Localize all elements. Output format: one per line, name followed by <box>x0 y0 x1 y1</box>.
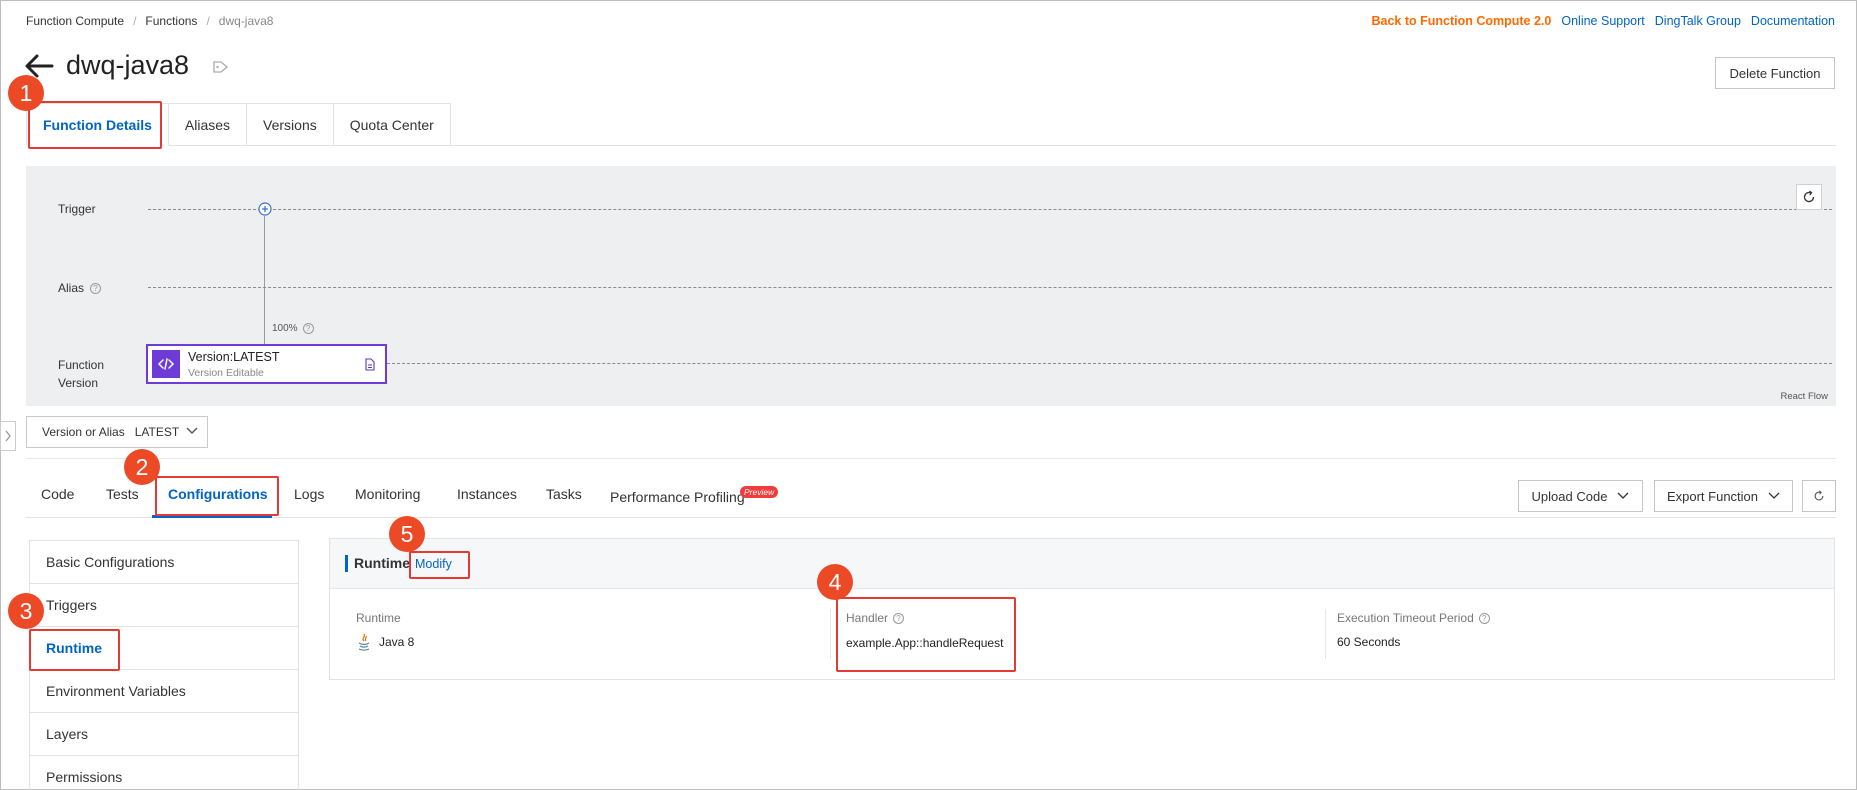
back-to-fc2-link[interactable]: Back to Function Compute 2.0 <box>1371 14 1551 28</box>
code-icon <box>152 350 180 378</box>
tab-performance-profiling[interactable]: Performance Profiling <box>610 489 745 521</box>
timeout-field-value: 60 Seconds <box>1337 635 1401 649</box>
refresh-icon <box>1814 490 1824 501</box>
page-title: dwq-java8 <box>66 50 190 80</box>
runtime-field-value: Java 8 <box>379 635 415 649</box>
menu-item-basic-configurations[interactable]: Basic Configurations <box>30 541 298 584</box>
annotation-badge-2: 2 <box>124 449 160 485</box>
runtime-field-label: Runtime <box>356 611 401 625</box>
field-separator <box>830 609 831 659</box>
tab-versions[interactable]: Versions <box>247 103 334 146</box>
online-support-link[interactable]: Online Support <box>1561 14 1644 28</box>
version-node-subtitle: Version Editable <box>188 367 264 379</box>
tab-code[interactable]: Code <box>41 486 74 518</box>
tab-aliases[interactable]: Aliases <box>168 103 248 146</box>
export-function-button[interactable]: Export Function <box>1654 480 1793 512</box>
annotation-box-4 <box>836 597 1016 672</box>
annotation-badge-4: 4 <box>817 564 853 600</box>
help-icon[interactable]: ? <box>302 323 314 334</box>
chevron-down-icon <box>1768 492 1780 499</box>
tab-tests[interactable]: Tests <box>106 486 139 518</box>
breadcrumb-separator: / <box>206 14 210 28</box>
preview-badge: Preview <box>740 486 779 498</box>
version-node-latest[interactable]: Version:LATEST Version Editable <box>146 344 387 384</box>
refresh-button[interactable] <box>1802 480 1836 512</box>
documentation-link[interactable]: Documentation <box>1751 14 1835 28</box>
tab-instances[interactable]: Instances <box>457 486 517 518</box>
chevron-down-icon <box>186 427 198 434</box>
annotation-badge-5: 5 <box>389 516 425 552</box>
delete-function-button[interactable]: Delete Function <box>1715 57 1835 89</box>
annotation-badge-3: 3 <box>8 593 44 629</box>
menu-item-layers[interactable]: Layers <box>30 713 298 756</box>
menu-item-permissions[interactable]: Permissions <box>30 756 298 790</box>
trigger-label: Trigger <box>58 202 96 216</box>
help-icon[interactable]: ? <box>90 282 102 294</box>
menu-item-environment-variables[interactable]: Environment Variables <box>30 670 298 713</box>
annotation-box-1 <box>28 101 162 149</box>
tab-monitoring[interactable]: Monitoring <box>355 486 420 518</box>
runtime-panel-title: Runtime <box>354 555 410 571</box>
weight-label: 100% <box>272 323 298 334</box>
breadcrumb-separator: / <box>133 14 137 28</box>
document-icon[interactable] <box>365 358 375 371</box>
timeout-field-label-group: Execution Timeout Period ? <box>1337 611 1490 625</box>
chevron-down-icon <box>1617 492 1629 499</box>
chevron-right-icon <box>5 430 11 442</box>
annotation-box-2 <box>155 476 279 516</box>
upload-code-button[interactable]: Upload Code <box>1518 480 1643 512</box>
section-marker <box>345 555 348 572</box>
version-lane <box>387 363 1832 364</box>
version-node-title: Version:LATEST <box>188 350 280 364</box>
runtime-panel-header <box>330 539 1834 589</box>
tag-icon[interactable] <box>213 60 229 74</box>
function-label: Function <box>58 358 105 372</box>
tab-logs[interactable]: Logs <box>294 486 324 518</box>
timeout-field-label: Execution Timeout Period <box>1337 611 1474 625</box>
flow-connector <box>264 216 265 354</box>
weight-label-group: 100% ? <box>272 323 314 334</box>
version-alias-select[interactable]: Version or Alias LATEST <box>26 416 208 448</box>
react-flow-attribution[interactable]: React Flow <box>1780 391 1828 402</box>
annotation-box-3 <box>29 629 120 671</box>
flow-refresh-button[interactable] <box>1796 184 1822 210</box>
menu-item-triggers[interactable]: Triggers <box>30 584 298 627</box>
export-function-label: Export Function <box>1666 488 1759 504</box>
annotation-box-5 <box>409 551 470 579</box>
alias-label: Alias <box>58 281 85 295</box>
dingtalk-group-link[interactable]: DingTalk Group <box>1655 14 1741 28</box>
runtime-panel: Runtime Modify Runtime Java 8 Handler ? … <box>329 538 1835 680</box>
add-trigger-icon[interactable] <box>258 202 272 216</box>
breadcrumb-current: dwq-java8 <box>218 14 274 28</box>
sidebar-expand-toggle[interactable] <box>0 421 16 451</box>
top-links: Back to Function Compute 2.0 Online Supp… <box>1371 14 1835 28</box>
tab-tasks[interactable]: Tasks <box>546 486 582 518</box>
version-label: Version <box>58 376 99 390</box>
version-select-label: Version or Alias <box>42 425 125 439</box>
upload-code-label: Upload Code <box>1531 488 1608 504</box>
refresh-icon <box>1803 190 1815 203</box>
breadcrumb-functions[interactable]: Functions <box>145 14 197 28</box>
tab-quota-center[interactable]: Quota Center <box>333 103 451 146</box>
breadcrumb-function-compute[interactable]: Function Compute <box>26 14 124 28</box>
alias-lane <box>148 287 1832 288</box>
alias-label-group: Alias ? <box>58 281 102 295</box>
java-icon <box>358 633 370 651</box>
help-icon[interactable]: ? <box>1478 612 1490 624</box>
breadcrumb: Function Compute / Functions / dwq-java8 <box>26 14 273 28</box>
trigger-lane <box>148 209 1832 210</box>
annotation-badge-1: 1 <box>8 75 44 111</box>
section-divider <box>26 458 1836 459</box>
version-select-value: LATEST <box>134 425 180 439</box>
field-separator <box>1325 609 1326 659</box>
flow-canvas[interactable]: Trigger Alias ? 100% ? Function Version … <box>26 166 1836 406</box>
